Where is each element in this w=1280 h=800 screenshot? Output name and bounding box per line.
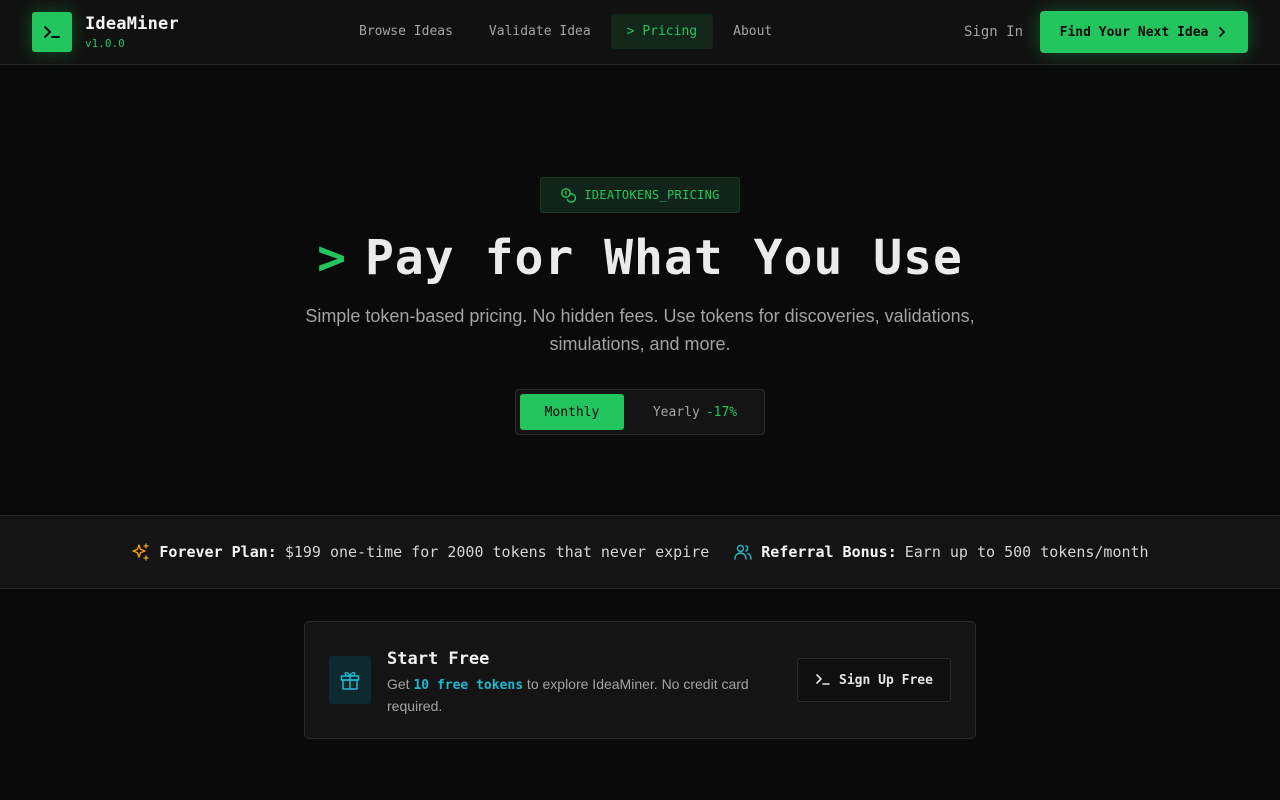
- toggle-yearly[interactable]: Yearly -17%: [628, 394, 762, 430]
- gift-icon-box: [329, 656, 371, 704]
- gift-icon: [340, 672, 360, 690]
- top-navbar: IdeaMiner v1.0.0 Browse Ideas Validate I…: [0, 0, 1280, 65]
- billing-toggle: Monthly Yearly -17%: [515, 389, 765, 435]
- terminal-icon: [44, 26, 60, 38]
- sparkles-icon: [132, 543, 150, 561]
- main-nav: Browse Ideas Validate Idea > Pricing Abo…: [343, 14, 792, 49]
- sign-up-free-button[interactable]: Sign Up Free: [797, 658, 951, 702]
- chevron-right-icon: [1219, 27, 1226, 37]
- title-text: Pay for What You Use: [364, 230, 963, 286]
- toggle-monthly[interactable]: Monthly: [520, 394, 624, 430]
- forever-plan-info: Forever Plan: $199 one-time for 2000 tok…: [131, 542, 709, 562]
- nav-validate-idea[interactable]: Validate Idea: [473, 14, 607, 49]
- start-free-card: Start Free Get 10 free tokens to explore…: [304, 621, 976, 739]
- plan-info-strip: Forever Plan: $199 one-time for 2000 tok…: [0, 515, 1280, 589]
- free-tokens-highlight: 10 free tokens: [413, 678, 524, 693]
- page-subtitle: Simple token-based pricing. No hidden fe…: [305, 306, 975, 354]
- page-title: > Pay for What You Use: [0, 230, 1280, 286]
- toggle-yearly-label: Yearly: [652, 404, 700, 420]
- app-version: v1.0.0: [85, 37, 125, 50]
- find-next-idea-button[interactable]: Find Your Next Idea: [1040, 11, 1248, 53]
- yearly-discount-badge: -17%: [705, 404, 738, 420]
- terminal-icon: [816, 674, 830, 685]
- forever-plan-text: $199 one-time for 2000 tokens that never…: [284, 543, 710, 561]
- badge-label: IDEATOKENS_PRICING: [584, 188, 720, 202]
- cta-label: Find Your Next Idea: [1059, 24, 1209, 40]
- start-free-title: Start Free: [387, 649, 490, 669]
- nav-pricing[interactable]: > Pricing: [610, 14, 714, 49]
- app-name[interactable]: IdeaMiner: [85, 14, 179, 34]
- sign-in-link[interactable]: Sign In: [952, 14, 1035, 49]
- pricing-badge: IDEATOKENS_PRICING: [540, 177, 740, 213]
- referral-bonus-info: Referral Bonus: Earn up to 500 tokens/mo…: [733, 542, 1149, 562]
- logo-terminal-icon[interactable]: [32, 12, 72, 52]
- nav-browse-ideas[interactable]: Browse Ideas: [343, 14, 469, 49]
- forever-plan-label: Forever Plan:: [159, 543, 277, 561]
- coins-icon: [561, 188, 577, 203]
- users-icon: [734, 544, 752, 560]
- referral-bonus-label: Referral Bonus:: [761, 543, 897, 561]
- title-prompt: >: [317, 230, 347, 286]
- nav-about[interactable]: About: [717, 14, 788, 49]
- sign-up-free-label: Sign Up Free: [839, 672, 933, 688]
- desc-prefix: Get: [387, 676, 414, 692]
- referral-bonus-text: Earn up to 500 tokens/month: [904, 543, 1149, 561]
- start-free-description: Get 10 free tokens to explore IdeaMiner.…: [387, 674, 787, 716]
